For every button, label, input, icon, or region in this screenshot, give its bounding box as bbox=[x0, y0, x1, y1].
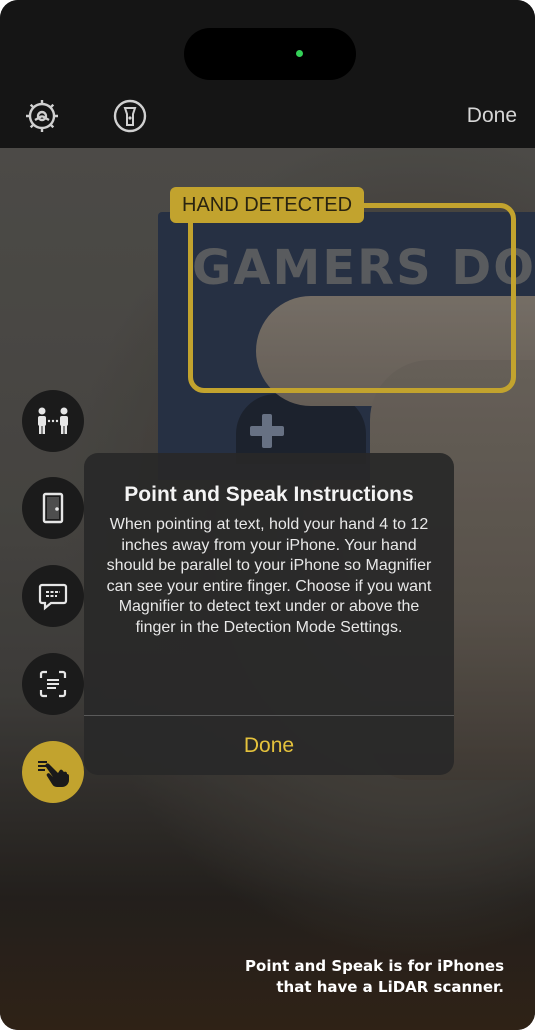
dialog-title: Point and Speak Instructions bbox=[124, 483, 414, 506]
people-detection-button[interactable] bbox=[22, 390, 84, 452]
image-description-icon bbox=[38, 583, 68, 611]
point-and-speak-icon bbox=[38, 761, 69, 787]
done-button[interactable]: Done bbox=[467, 104, 517, 128]
settings-button[interactable] bbox=[22, 96, 62, 136]
magnifier-screen: GAMERS DON'T Done HAND DETECTED bbox=[0, 0, 535, 1030]
dialog-message: When pointing at text, hold your hand 4 … bbox=[106, 516, 432, 636]
text-detection-icon bbox=[39, 670, 67, 698]
dynamic-island bbox=[184, 28, 356, 80]
image-description-button[interactable] bbox=[22, 565, 84, 627]
door-detection-icon bbox=[42, 492, 64, 524]
people-detection-icon bbox=[38, 407, 68, 434]
instructions-dialog: Point and Speak Instructions When pointi… bbox=[84, 453, 454, 775]
dialog-done-button[interactable]: Done bbox=[84, 716, 454, 775]
image-caption: Point and Speak is for iPhones that have… bbox=[245, 956, 504, 998]
camera-indicator-dot bbox=[296, 50, 303, 57]
hand-detected-label: HAND DETECTED bbox=[170, 187, 365, 223]
caption-line-1: Point and Speak is for iPhones bbox=[245, 957, 504, 975]
door-detection-button[interactable] bbox=[22, 477, 84, 539]
point-and-speak-button[interactable] bbox=[22, 741, 84, 803]
gear-icon bbox=[26, 100, 58, 132]
flashlight-button[interactable] bbox=[110, 96, 150, 136]
hand-detection-box bbox=[188, 203, 516, 393]
caption-line-2: that have a LiDAR scanner. bbox=[276, 978, 504, 996]
text-detection-button[interactable] bbox=[22, 653, 84, 715]
flashlight-icon bbox=[113, 99, 147, 133]
